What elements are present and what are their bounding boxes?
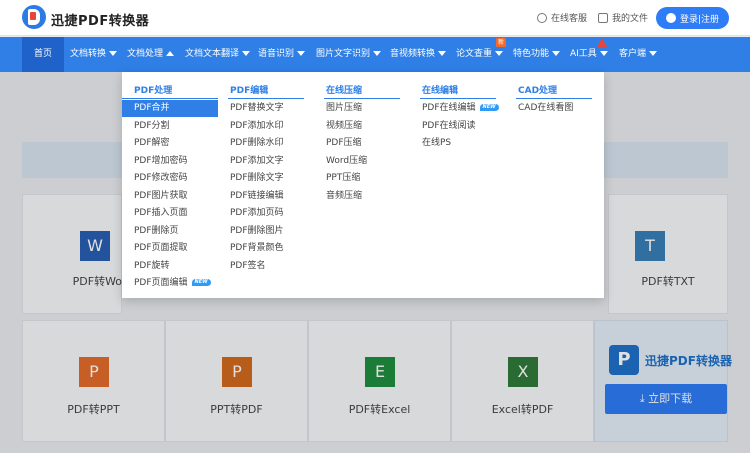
menu-item[interactable]: PDF签名	[230, 258, 266, 275]
login-register-button[interactable]: 登录|注册	[656, 7, 729, 29]
menu-item-pdf-merge[interactable]: PDF合并	[122, 100, 218, 117]
menu-item[interactable]: PDF修改密码	[134, 170, 188, 187]
chevron-up-icon	[166, 51, 175, 56]
chevron-down-icon	[109, 51, 118, 56]
nav-item-ocr[interactable]: 图片文字识别	[316, 37, 382, 72]
brand-logo-icon[interactable]	[22, 5, 46, 29]
col-head-pdf-process: PDF处理	[134, 86, 173, 96]
nav-item-speech[interactable]: 语音识别	[258, 37, 306, 72]
menu-item[interactable]: PPT压缩	[326, 170, 360, 187]
my-files-link[interactable]: 我的文件	[598, 11, 648, 24]
menu-item[interactable]: PDF压缩	[326, 135, 362, 152]
menu-item[interactable]: PDF背景颜色	[230, 240, 284, 257]
col-head-online-compress: 在线压缩	[326, 86, 363, 96]
col-head-cad: CAD处理	[518, 86, 558, 96]
nav-item-doc-convert[interactable]: 文档转换	[70, 37, 118, 72]
nav-item-client[interactable]: 客户端	[619, 37, 658, 72]
menu-item[interactable]: PDF添加水印	[230, 118, 284, 135]
col-divider	[122, 98, 218, 99]
nav-item-features[interactable]: 特色功能	[513, 37, 561, 72]
new-badge: NEW	[479, 104, 499, 111]
col-divider	[420, 98, 496, 99]
menu-item[interactable]: 在线PS	[422, 135, 451, 152]
my-files-label: 我的文件	[612, 14, 649, 24]
chevron-down-icon	[438, 51, 447, 56]
menu-item[interactable]: PDF添加页码	[230, 205, 284, 222]
menu-item-pdf-online-edit[interactable]: PDF在线编辑 NEW	[422, 100, 499, 117]
main-nav: 首页 文档转换 文档处理 文档文本翻译 语音识别 图片文字识别 音视频转换 论文…	[0, 37, 750, 72]
file-icon	[598, 12, 608, 23]
menu-item[interactable]: 视频压缩	[326, 118, 362, 135]
menu-item[interactable]: 音频压缩	[326, 188, 362, 205]
menu-item[interactable]: PDF增加密码	[134, 153, 188, 170]
login-label: 登录|注册	[679, 14, 720, 25]
menu-item[interactable]: PDF删除水印	[230, 135, 284, 152]
chevron-down-icon	[552, 51, 561, 56]
menu-item[interactable]: Word压缩	[326, 153, 367, 170]
menu-item[interactable]: PDF添加文字	[230, 153, 284, 170]
brand-name[interactable]: 迅捷PDF转换器	[51, 10, 149, 29]
menu-item-pdf-page-edit[interactable]: PDF页面编辑 NEW	[134, 275, 211, 292]
menu-item[interactable]: PDF删除页	[134, 223, 179, 240]
chevron-down-icon	[242, 51, 251, 56]
nav-item-doc-process[interactable]: 文档处理	[127, 37, 175, 72]
menu-item[interactable]: PDF旋转	[134, 258, 170, 275]
menu-item[interactable]: PDF插入页面	[134, 205, 188, 222]
nav-label: 图片文字识别	[316, 49, 371, 59]
online-service-link[interactable]: 在线客服	[537, 11, 587, 24]
col-divider	[228, 98, 304, 99]
new-badge: NEW	[191, 279, 211, 286]
top-header: 迅捷PDF转换器 在线客服 我的文件 登录|注册	[0, 0, 750, 36]
nav-label: 文档处理	[127, 49, 164, 59]
col-head-pdf-edit: PDF编辑	[230, 86, 269, 96]
menu-item[interactable]: CAD在线看图	[518, 100, 573, 117]
chevron-down-icon	[495, 51, 504, 56]
user-icon	[665, 13, 676, 23]
col-divider	[516, 98, 592, 99]
doc-process-dropdown: PDF处理 PDF合并 PDF分割 PDF解密 PDF增加密码 PDF修改密码 …	[122, 72, 604, 298]
chevron-down-icon	[649, 51, 658, 56]
menu-item[interactable]: PDF替换文字	[230, 100, 284, 117]
menu-item[interactable]: PDF删除图片	[230, 223, 284, 240]
menu-item[interactable]: PDF链接编辑	[230, 188, 284, 205]
menu-item[interactable]: 图片压缩	[326, 100, 362, 117]
menu-item-label: PDF在线编辑	[422, 103, 476, 113]
nav-item-translate[interactable]: 文档文本翻译	[185, 37, 251, 72]
chevron-down-icon	[297, 51, 306, 56]
chevron-down-icon	[599, 51, 608, 56]
nav-label: 特色功能	[513, 49, 550, 59]
menu-item[interactable]: PDF分割	[134, 118, 170, 135]
menu-item[interactable]: PDF解密	[134, 135, 170, 152]
nav-label: 语音识别	[258, 49, 295, 59]
hot-flame-icon	[597, 38, 607, 47]
menu-item-label: PDF页面编辑	[134, 278, 188, 288]
menu-item[interactable]: PDF在线阅读	[422, 118, 476, 135]
col-divider	[324, 98, 400, 99]
nav-label: AI工具	[570, 49, 597, 59]
nav-item-av-convert[interactable]: 音视频转换	[390, 37, 447, 72]
nav-label: 论文查重	[456, 49, 493, 59]
nav-label: 首页	[33, 49, 52, 59]
nav-label: 文档文本翻译	[185, 49, 240, 59]
headset-icon	[537, 12, 547, 23]
nav-label: 客户端	[619, 49, 647, 59]
nav-label: 文档转换	[70, 49, 107, 59]
menu-item[interactable]: PDF图片获取	[134, 188, 188, 205]
menu-item[interactable]: PDF页面提取	[134, 240, 188, 257]
col-head-online-edit: 在线编辑	[422, 86, 459, 96]
nav-item-home[interactable]: 首页	[22, 37, 64, 72]
online-service-label: 在线客服	[551, 14, 588, 24]
new-badge: 新	[496, 38, 506, 47]
menu-item[interactable]: PDF删除文字	[230, 170, 284, 187]
nav-label: 音视频转换	[390, 49, 436, 59]
chevron-down-icon	[373, 51, 382, 56]
